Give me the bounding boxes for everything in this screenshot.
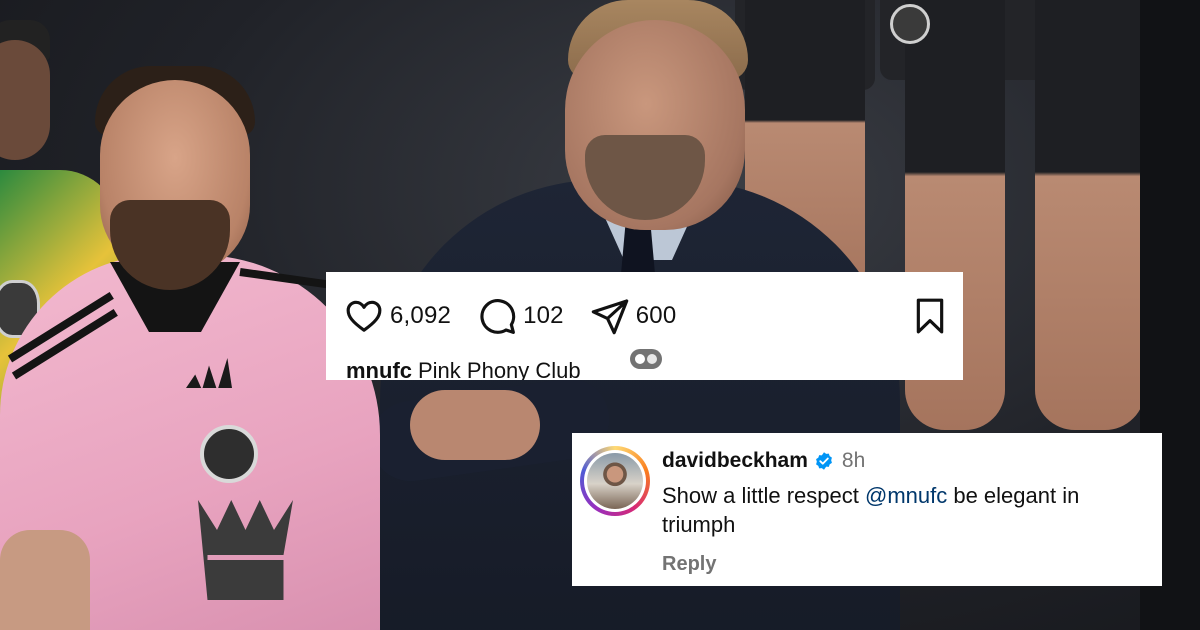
background-player-head (0, 40, 50, 160)
avatar (587, 453, 643, 509)
instagram-comment-card: davidbeckham 8h Show a little respect @m… (572, 433, 1162, 586)
comment-mention-link[interactable]: @mnufc (865, 483, 947, 508)
comment-text: Show a little respect @mnufc be elegant … (662, 481, 1152, 539)
verified-badge-icon (815, 452, 832, 470)
comment-button[interactable]: 102 (477, 296, 564, 336)
like-button[interactable]: 6,092 (344, 296, 451, 336)
paper-plane-icon (591, 299, 628, 335)
post-actions: 6,092 102 600 (344, 296, 702, 336)
shares-count: 600 (635, 302, 677, 329)
comment-text-start: Show a little respect (662, 483, 865, 508)
share-button[interactable]: 600 (590, 296, 677, 336)
likes-count: 6,092 (390, 302, 452, 329)
tattooed-arm (0, 530, 90, 630)
reply-button[interactable]: Reply (662, 553, 716, 576)
background-crest (890, 4, 930, 44)
comment-header: davidbeckham 8h (662, 449, 865, 473)
carousel-indicator (630, 349, 662, 369)
background-player-leg (1035, 0, 1145, 430)
caption-username[interactable]: mnufc (346, 358, 412, 380)
comments-count: 102 (523, 302, 564, 329)
hand (410, 390, 540, 460)
story-ring[interactable] (580, 446, 650, 516)
inter-miami-crest (200, 425, 258, 483)
bookmark-icon[interactable] (910, 296, 950, 336)
instagram-post-card: 6,092 102 600 mnufc Pink Phony Club (326, 272, 963, 380)
post-caption: mnufc Pink Phony Club (346, 358, 581, 380)
heart-icon (346, 300, 382, 332)
comment-username[interactable]: davidbeckham (662, 449, 808, 473)
comment-bubble-icon (480, 299, 516, 334)
caption-text: Pink Phony Club (418, 358, 581, 380)
comment-timestamp: 8h (841, 449, 866, 472)
